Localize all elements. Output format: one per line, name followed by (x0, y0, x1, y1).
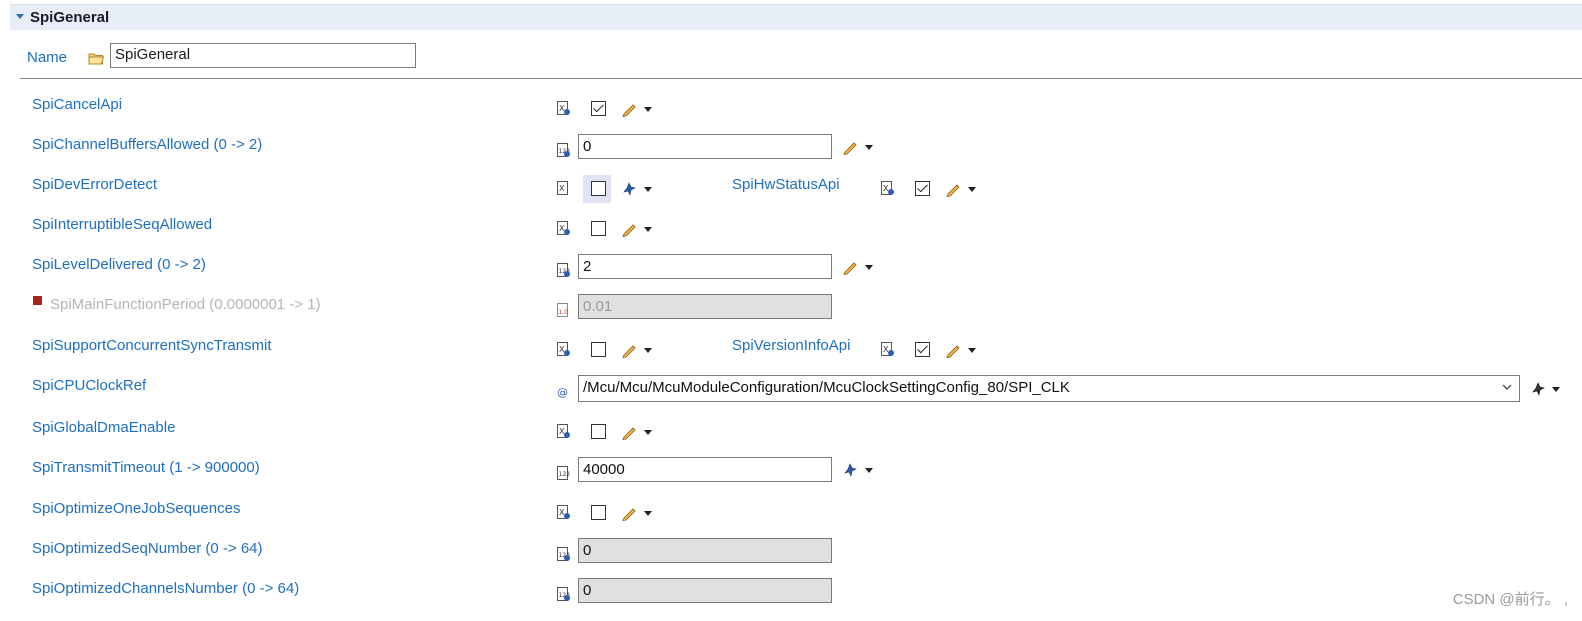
checkbox-spi-cancel-api[interactable] (591, 101, 606, 116)
label-spi-level-delivered[interactable]: SpiLevelDelivered (0 -> 2) (32, 256, 206, 273)
section-title: SpiGeneral (30, 9, 110, 26)
pencil-icon[interactable] (621, 221, 637, 237)
checkbox-spi-global-dma-enable[interactable] (591, 424, 606, 439)
boolean-type-icon: X (881, 342, 894, 356)
boolean-type-icon: X (557, 505, 570, 519)
field-spi-level-delivered[interactable]: 2 (578, 254, 832, 279)
field-spi-transmit-timeout[interactable]: 40000 (578, 457, 832, 482)
menu-caret-icon[interactable] (865, 468, 873, 473)
calculated-gear-icon[interactable] (842, 462, 858, 478)
boolean-type-icon: X (557, 181, 568, 195)
pencil-icon[interactable] (842, 139, 858, 155)
field-spi-optimized-seq-number: 0 (578, 538, 832, 563)
field-spi-main-function-period: 0.01 (578, 294, 832, 319)
label-spi-global-dma-enable[interactable]: SpiGlobalDmaEnable (32, 419, 175, 436)
calculated-gear-icon[interactable] (1530, 381, 1546, 397)
boolean-type-icon: X (557, 342, 570, 356)
label-spi-cpu-clock-ref[interactable]: SpiCPUClockRef (32, 377, 146, 394)
pencil-icon[interactable] (842, 259, 858, 275)
menu-caret-icon[interactable] (865, 145, 873, 150)
checkbox-spi-dev-error-detect[interactable] (591, 181, 606, 196)
name-label: Name (27, 49, 68, 66)
menu-caret-icon[interactable] (968, 187, 976, 192)
field-spi-optimized-channels-number: 0 (578, 578, 832, 603)
label-spi-main-function-period: SpiMainFunctionPeriod (0.0000001 -> 1) (50, 296, 321, 313)
pencil-icon[interactable] (621, 424, 637, 440)
menu-caret-icon[interactable] (644, 187, 652, 192)
svg-text:1.0: 1.0 (559, 309, 569, 316)
label-spi-version-info-api[interactable]: SpiVersionInfoApi (732, 337, 850, 354)
calculated-gear-icon[interactable] (621, 181, 637, 197)
checkbox-spi-hw-status-api[interactable] (915, 181, 930, 196)
label-spi-optimized-seq-number[interactable]: SpiOptimizedSeqNumber (0 -> 64) (32, 540, 263, 557)
integer-type-icon: 123 (557, 263, 570, 277)
section-header[interactable]: SpiGeneral (10, 4, 1582, 30)
cpu-clock-ref-value: /Mcu/Mcu/McuModuleConfiguration/McuClock… (583, 379, 1070, 396)
checkbox-spi-interruptible-seq-allowed[interactable] (591, 221, 606, 236)
boolean-type-icon: X (557, 101, 570, 115)
menu-caret-icon[interactable] (865, 265, 873, 270)
collapse-arrow-icon[interactable] (16, 14, 24, 19)
float-type-icon: 1.0 (557, 303, 569, 317)
menu-caret-icon[interactable] (644, 430, 652, 435)
label-spi-support-concurrent-sync-transmit[interactable]: SpiSupportConcurrentSyncTransmit (32, 337, 272, 354)
checkbox-spi-optimize-one-job-sequences[interactable] (591, 505, 606, 520)
checkbox-spi-support-concurrent-sync-transmit[interactable] (591, 342, 606, 357)
pencil-icon[interactable] (621, 101, 637, 117)
menu-caret-icon[interactable] (644, 511, 652, 516)
label-spi-dev-error-detect[interactable]: SpiDevErrorDetect (32, 176, 157, 193)
label-spi-optimize-one-job-sequences[interactable]: SpiOptimizeOneJobSequences (32, 500, 240, 517)
boolean-type-icon: X (557, 424, 570, 438)
svg-text:X: X (559, 184, 565, 193)
svg-text:@: @ (557, 386, 568, 399)
svg-text:123: 123 (559, 471, 571, 478)
label-spi-interruptible-seq-allowed[interactable]: SpiInterruptibleSeqAllowed (32, 216, 212, 233)
menu-caret-icon[interactable] (644, 107, 652, 112)
error-marker-icon (33, 296, 42, 305)
label-spi-cancel-api[interactable]: SpiCancelApi (32, 96, 122, 113)
pencil-icon[interactable] (621, 342, 637, 358)
label-spi-transmit-timeout[interactable]: SpiTransmitTimeout (1 -> 900000) (32, 459, 260, 476)
label-spi-optimized-channels-number[interactable]: SpiOptimizedChannelsNumber (0 -> 64) (32, 580, 299, 597)
menu-caret-icon[interactable] (968, 348, 976, 353)
pencil-icon[interactable] (945, 181, 961, 197)
integer-type-icon: 123 (557, 587, 570, 601)
integer-type-icon: 123 (557, 547, 570, 561)
name-input[interactable]: SpiGeneral (110, 43, 416, 68)
menu-caret-icon[interactable] (644, 348, 652, 353)
boolean-type-icon: X (557, 221, 570, 235)
integer-type-icon: 123 (557, 143, 570, 157)
field-spi-channel-buffers-allowed[interactable]: 0 (578, 134, 832, 159)
watermark: CSDN @前行。 , (1452, 591, 1568, 608)
field-spi-cpu-clock-ref[interactable]: /Mcu/Mcu/McuModuleConfiguration/McuClock… (578, 375, 1520, 402)
integer-type-icon: 123 (557, 466, 571, 480)
label-spi-hw-status-api[interactable]: SpiHwStatusApi (732, 176, 840, 193)
divider (20, 78, 1582, 79)
pencil-icon[interactable] (945, 342, 961, 358)
checkbox-spi-version-info-api[interactable] (915, 342, 930, 357)
menu-caret-icon[interactable] (644, 227, 652, 232)
chevron-down-icon[interactable] (1501, 381, 1513, 393)
folder-icon[interactable] (88, 52, 104, 65)
pencil-icon[interactable] (621, 505, 637, 521)
menu-caret-icon[interactable] (1552, 387, 1560, 392)
boolean-type-icon: X (881, 181, 894, 195)
label-spi-channel-buffers-allowed[interactable]: SpiChannelBuffersAllowed (0 -> 2) (32, 136, 262, 153)
reference-type-icon: @ (557, 386, 568, 399)
